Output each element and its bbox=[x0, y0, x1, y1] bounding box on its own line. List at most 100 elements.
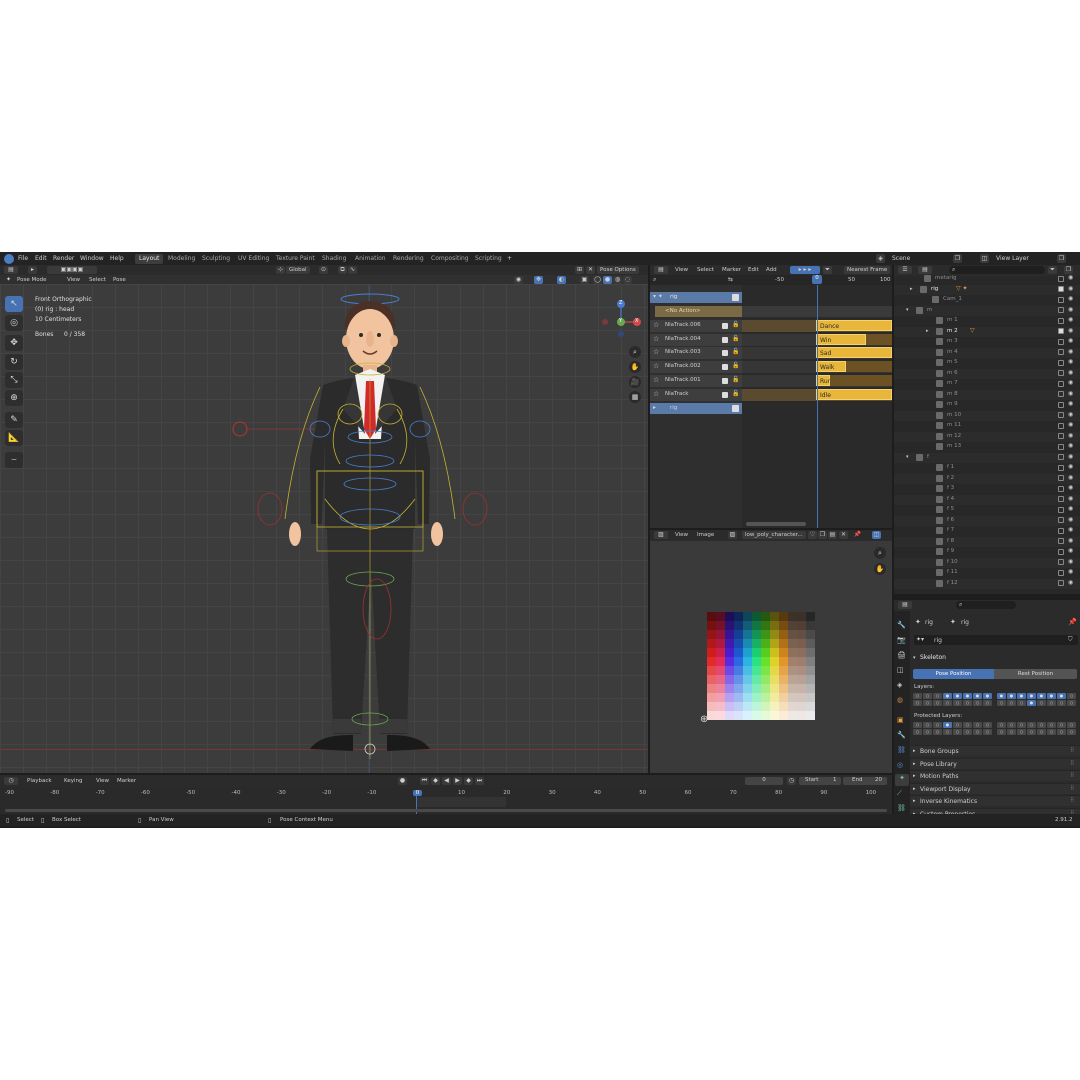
timeline-editor-type-icon[interactable]: ◷ bbox=[4, 777, 18, 785]
preview-range-icon[interactable]: ◷ bbox=[787, 777, 796, 785]
exclude-checkbox[interactable] bbox=[1058, 559, 1064, 565]
nla-playhead[interactable]: 0 bbox=[812, 275, 822, 284]
outliner-row[interactable]: f 11 ◉ bbox=[894, 568, 1080, 579]
move-tool-icon[interactable]: ✥ bbox=[5, 335, 23, 351]
wireframe-shading-icon[interactable]: ◯ bbox=[593, 276, 602, 284]
properties-editor-type-icon[interactable]: ▤ bbox=[898, 601, 912, 609]
layer-toggle[interactable]: ● bbox=[943, 693, 952, 699]
armature-data-tab-icon[interactable]: ✦ bbox=[895, 774, 909, 786]
ortho-toggle-icon[interactable]: ▦ bbox=[629, 391, 641, 403]
eye-icon[interactable]: ◉ bbox=[1068, 285, 1073, 292]
nla-channel-rig-2[interactable]: ▸ rig bbox=[650, 403, 742, 414]
outliner-row[interactable]: ▸ rig ▽ ✦ ◉ bbox=[894, 284, 1080, 295]
layer-toggle[interactable]: ○ bbox=[943, 729, 952, 735]
nla-track-row[interactable]: ☆ NlaTrack.003 🔓 bbox=[650, 347, 742, 360]
outliner-editor-type-icon[interactable]: ☰ bbox=[898, 266, 912, 274]
render-tab-icon[interactable]: 📷 bbox=[897, 636, 906, 644]
exclude-checkbox[interactable] bbox=[1058, 475, 1064, 481]
layer-toggle[interactable]: ○ bbox=[997, 722, 1006, 728]
pivot-icon[interactable]: ⊙ bbox=[319, 266, 328, 274]
exclude-checkbox[interactable] bbox=[1058, 548, 1064, 555]
eye-icon[interactable]: ◉ bbox=[1068, 547, 1073, 554]
nla-menu-marker[interactable]: Marker bbox=[719, 266, 744, 274]
tab-shading[interactable]: Shading bbox=[318, 254, 350, 264]
world-tab-icon[interactable]: ◍ bbox=[897, 696, 903, 704]
zoom-view-icon[interactable]: ⌕ bbox=[629, 346, 641, 358]
eye-icon[interactable]: ◉ bbox=[1068, 568, 1073, 575]
image-browse-icon[interactable]: ▨ bbox=[728, 531, 737, 539]
eye-icon[interactable]: ◉ bbox=[1068, 484, 1073, 491]
record-icon[interactable]: ● bbox=[398, 777, 407, 785]
eye-icon[interactable]: ◉ bbox=[1068, 453, 1073, 460]
track-checkbox[interactable] bbox=[722, 377, 728, 384]
gizmo-toggle-icon[interactable]: ✥ bbox=[534, 276, 543, 284]
exclude-checkbox[interactable] bbox=[1058, 370, 1064, 376]
exclude-checkbox[interactable] bbox=[1058, 569, 1064, 576]
eye-icon[interactable]: ◉ bbox=[1068, 526, 1073, 533]
layer-toggle[interactable]: ● bbox=[953, 693, 962, 699]
exclude-checkbox[interactable] bbox=[1058, 380, 1064, 387]
layer-toggle[interactable]: ○ bbox=[913, 693, 922, 699]
material-shading-icon[interactable]: ◍ bbox=[613, 276, 622, 284]
image-close-icon[interactable]: ✕ bbox=[839, 531, 848, 539]
gizmo-mode-icon[interactable]: ⊞ bbox=[575, 266, 584, 274]
eye-icon[interactable]: ◉ bbox=[1068, 495, 1073, 502]
nla-no-action-row[interactable]: <No Action> bbox=[655, 306, 742, 317]
layer-toggle[interactable]: ○ bbox=[953, 729, 962, 735]
layer-toggle[interactable]: ○ bbox=[1017, 700, 1026, 706]
nla-rig2-checkbox[interactable] bbox=[732, 405, 739, 412]
outliner-row[interactable]: f 2 ◉ bbox=[894, 473, 1080, 484]
scene-icon[interactable]: ◈ bbox=[876, 254, 885, 263]
layer-toggle[interactable]: ○ bbox=[953, 700, 962, 706]
jump-start-icon[interactable]: ⏮ bbox=[420, 777, 429, 785]
2d-cursor-icon[interactable]: ⊕ bbox=[700, 714, 708, 725]
prev-keyframe-icon[interactable]: ◆ bbox=[431, 777, 440, 785]
layer-toggle[interactable]: ● bbox=[1057, 693, 1066, 699]
menu-file[interactable]: File bbox=[18, 255, 28, 262]
outliner-row[interactable]: f 1 ◉ bbox=[894, 463, 1080, 474]
layer-toggle[interactable]: ○ bbox=[1027, 722, 1036, 728]
track-checkbox[interactable] bbox=[722, 391, 728, 398]
add-workspace-button[interactable]: + bbox=[507, 255, 512, 262]
layer-toggle[interactable]: ○ bbox=[933, 700, 942, 706]
layer-toggle[interactable]: ○ bbox=[1017, 729, 1026, 735]
tab-sculpting[interactable]: Sculpting bbox=[198, 254, 234, 264]
pan-view-icon[interactable]: ✋ bbox=[629, 361, 641, 373]
eye-icon[interactable]: ◉ bbox=[1068, 316, 1073, 323]
current-frame-field[interactable]: 0 bbox=[745, 777, 783, 785]
character-rig[interactable] bbox=[225, 289, 515, 759]
layer-toggle[interactable]: ○ bbox=[1037, 729, 1046, 735]
skeleton-panel-header[interactable]: Skeleton bbox=[920, 654, 946, 661]
view-layer-tab-icon[interactable]: ◫ bbox=[897, 666, 904, 674]
image-pan-icon[interactable]: ✋ bbox=[874, 563, 886, 575]
mode-dropdown[interactable]: Pose Mode bbox=[14, 276, 49, 284]
image-editor[interactable]: ⌕ ✋ ⊕ bbox=[650, 541, 892, 773]
tab-layout[interactable]: Layout bbox=[135, 254, 164, 264]
outliner-row[interactable]: m 7 ◉ bbox=[894, 379, 1080, 390]
lock-icon[interactable]: 🔓 bbox=[732, 335, 739, 342]
drag-handle-icon[interactable]: ⠿ bbox=[1070, 797, 1074, 804]
timeline-scrollbar[interactable] bbox=[5, 809, 887, 812]
eye-icon[interactable]: ◉ bbox=[1068, 411, 1073, 418]
image-pin-icon[interactable]: 📌 bbox=[853, 531, 862, 539]
pose-options-dropdown[interactable]: Pose Options bbox=[597, 266, 639, 274]
layer-toggle[interactable]: ○ bbox=[997, 700, 1006, 706]
exclude-checkbox[interactable] bbox=[1058, 422, 1064, 429]
nla-swap-icon[interactable]: ⇆ bbox=[728, 276, 733, 283]
transform-tool-icon[interactable]: ⊕ bbox=[5, 390, 23, 406]
track-checkbox[interactable] bbox=[722, 323, 728, 329]
layer-toggle[interactable]: ○ bbox=[1057, 722, 1066, 728]
layer-toggle[interactable]: ○ bbox=[1047, 729, 1056, 735]
rendered-shading-icon[interactable]: ◌ bbox=[623, 276, 632, 284]
layer-toggle[interactable]: ○ bbox=[963, 722, 972, 728]
collapsed-panel[interactable]: ▸ Bone Groups ⠿ bbox=[910, 745, 1080, 756]
tab-scripting[interactable]: Scripting bbox=[471, 254, 506, 264]
nla-track-row[interactable]: ☆ NlaTrack 🔓 bbox=[650, 388, 742, 401]
nla-track-row[interactable]: ☆ NlaTrack.004 🔓 bbox=[650, 333, 742, 346]
menu-window[interactable]: Window bbox=[80, 255, 104, 262]
outliner-row[interactable]: m 9 ◉ bbox=[894, 400, 1080, 411]
jump-end-icon[interactable]: ⏭ bbox=[475, 777, 484, 785]
timeline-playhead[interactable]: 0 bbox=[412, 790, 423, 796]
timeline[interactable] bbox=[0, 787, 892, 814]
collapsed-panel[interactable]: ▸ Inverse Kinematics ⠿ bbox=[910, 795, 1080, 807]
